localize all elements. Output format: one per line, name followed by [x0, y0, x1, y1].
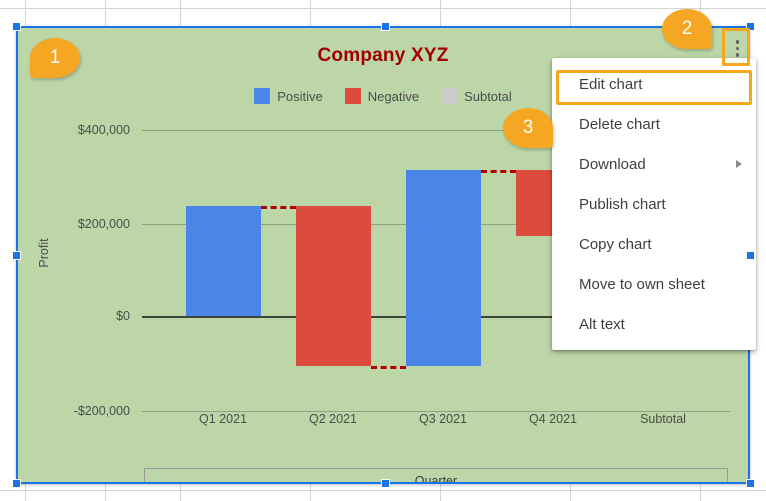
- highlight-box-overflow-menu: [722, 28, 750, 66]
- callout-number: 2: [681, 17, 693, 39]
- submenu-arrow-icon: [736, 160, 742, 168]
- x-axis-title[interactable]: Quarter: [144, 468, 728, 482]
- xtick-label: Q2 2021: [309, 412, 357, 426]
- highlight-box-edit-chart: [556, 70, 752, 105]
- callout-number: 3: [522, 116, 534, 138]
- callout-teardrop-icon: 2: [662, 9, 712, 49]
- resize-handle-middle-right[interactable]: [746, 251, 755, 260]
- xtick-label: Q3 2021: [419, 412, 467, 426]
- callout-teardrop-icon: 1: [30, 38, 80, 78]
- y-axis-title[interactable]: Profit: [37, 213, 51, 293]
- menu-item-label: Alt text: [579, 315, 625, 333]
- menu-item-label: Publish chart: [579, 195, 666, 213]
- xtick-label: Q4 2021: [529, 412, 577, 426]
- bar-q1-2021[interactable]: [186, 206, 261, 316]
- ytick-label: -$200,000: [73, 404, 130, 418]
- resize-handle-bottom-left[interactable]: [12, 479, 21, 488]
- menu-item-label: Delete chart: [579, 115, 660, 133]
- menu-item-download[interactable]: Download: [552, 144, 756, 184]
- ytick-label: $400,000: [77, 123, 130, 137]
- callout-badge-1: 1: [30, 38, 80, 78]
- callout-badge-2: 2: [662, 9, 712, 49]
- menu-item-copy-chart[interactable]: Copy chart: [552, 224, 756, 264]
- menu-item-label: Move to own sheet: [579, 275, 705, 293]
- xtick-label: Q1 2021: [199, 412, 247, 426]
- callout-teardrop-icon: 3: [503, 108, 553, 148]
- spreadsheet-canvas: Company XYZ Positive Negative Subtotal $…: [0, 0, 766, 501]
- menu-item-alt-text[interactable]: Alt text: [552, 304, 756, 344]
- x-axis-title-label: Quarter: [414, 474, 458, 482]
- connector-q3-q4: [481, 170, 516, 173]
- menu-item-delete-chart[interactable]: Delete chart: [552, 104, 756, 144]
- menu-item-move-to-own-sheet[interactable]: Move to own sheet: [552, 264, 756, 304]
- bar-q2-2021[interactable]: [296, 206, 371, 366]
- callout-badge-3: 3: [503, 108, 553, 148]
- resize-handle-top-center[interactable]: [381, 22, 390, 31]
- sheet-gridline-horizontal: [0, 490, 766, 491]
- callout-number: 1: [49, 46, 61, 68]
- xtick-label: Subtotal: [640, 412, 686, 426]
- connector-q2-q3: [371, 366, 406, 369]
- resize-handle-bottom-center[interactable]: [381, 479, 390, 488]
- resize-handle-middle-left[interactable]: [12, 251, 21, 260]
- ytick-label: $200,000: [77, 217, 130, 231]
- sheet-gridline-horizontal: [0, 8, 766, 9]
- menu-item-label: Download: [579, 155, 646, 173]
- resize-handle-bottom-right[interactable]: [746, 479, 755, 488]
- menu-item-publish-chart[interactable]: Publish chart: [552, 184, 756, 224]
- connector-q1-q2: [261, 206, 296, 209]
- resize-handle-top-left[interactable]: [12, 22, 21, 31]
- menu-item-label: Copy chart: [579, 235, 652, 253]
- ytick-label: $0: [116, 309, 130, 323]
- bar-q3-2021[interactable]: [406, 170, 481, 366]
